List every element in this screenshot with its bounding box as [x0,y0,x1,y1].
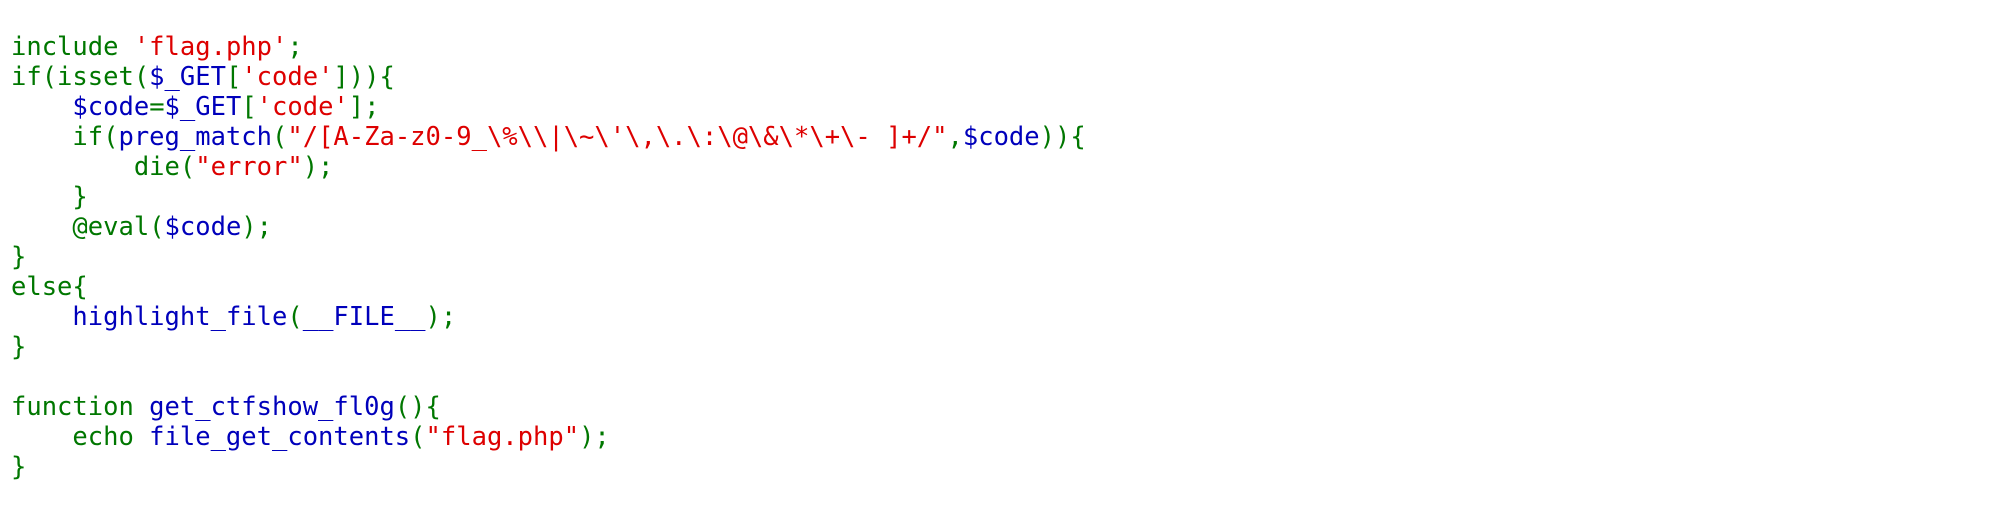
code-token-string: 'code' [256,92,349,122]
code-line: die("error"); [11,152,1086,182]
code-line: ​ [11,362,1086,392]
code-line: } [11,242,1086,272]
code-line: function get_ctfshow_fl0g(){ [11,392,1086,422]
code-line: } [11,182,1086,212]
code-token-punctuation [11,302,72,332]
code-token-punctuation: ); [579,422,610,452]
code-token-punctuation: } [11,242,27,272]
code-token-function-name: get_ctfshow_fl0g [149,392,395,422]
code-token-string: "/[A-Za-z0-9_\%\\|\~\'\,\.\:\@\&\*\+\- ]… [287,122,948,152]
code-token-variable: $code [72,92,150,122]
code-token-variable: $_GET [149,62,226,92]
code-token-punctuation: = [149,92,165,122]
code-token-string: 'code' [241,62,334,92]
code-token-punctuation: ; [287,32,303,62]
code-token-punctuation: ); [425,302,457,332]
code-token-punctuation: ]; [348,92,380,122]
code-token-punctuation [11,92,72,122]
code-line: highlight_file(__FILE__); [11,302,1086,332]
code-token-keyword: include [11,32,134,62]
code-token-function-name: file_get_contents [149,422,411,452]
code-line: else{ [11,272,1086,302]
code-token-keyword: @eval( [11,212,165,242]
code-token-punctuation: ( [272,122,288,152]
code-token-punctuation: } [11,182,88,212]
code-line: $code=$_GET['code']; [11,92,1086,122]
code-token-keyword: if(isset( [11,62,150,92]
code-token-punctuation: ( [287,302,303,332]
code-token-keyword: die( [11,152,196,182]
code-token-keyword: echo [11,422,150,452]
code-token-variable: __FILE__ [302,302,426,332]
code-token-keyword: else{ [11,272,88,302]
code-token-punctuation: )){ [1039,122,1086,152]
code-line: } [11,452,1086,482]
code-token-punctuation: ); [241,212,273,242]
code-token-string: "flag.php" [425,422,580,452]
code-token-variable: $code [164,212,242,242]
code-token-variable: $_GET [164,92,242,122]
code-token-keyword: function [11,392,150,422]
code-token-keyword: if( [11,122,119,152]
code-token-variable: $code [962,122,1040,152]
code-token-punctuation: , [947,122,963,152]
code-line: @eval($code); [11,212,1086,242]
code-token-punctuation: ( [410,422,426,452]
code-token-function-name: highlight_file [72,302,288,332]
code-token-punctuation: ])){ [333,62,395,92]
code-token-function-name: preg_match [118,122,272,152]
code-token-punctuation: [ [241,92,257,122]
code-token-punctuation: (){ [394,392,441,422]
code-token-punctuation: } [11,452,27,482]
highlighted-source-code: include 'flag.php'; if(isset($_GET['code'… [11,32,1086,482]
code-line: echo file_get_contents("flag.php"); [11,422,1086,452]
code-line: } [11,332,1086,362]
code-token-punctuation: ); [302,152,334,182]
code-token-string: "error" [195,152,303,182]
code-line: include 'flag.php'; [11,32,1086,62]
code-token-punctuation: } [11,332,27,362]
code-token-punctuation: [ [225,62,242,92]
code-line: if(isset($_GET['code'])){ [11,62,1086,92]
code-line: if(preg_match("/[A-Za-z0-9_\%\\|\~\'\,\.… [11,122,1086,152]
code-token-string: 'flag.php' [133,32,288,62]
